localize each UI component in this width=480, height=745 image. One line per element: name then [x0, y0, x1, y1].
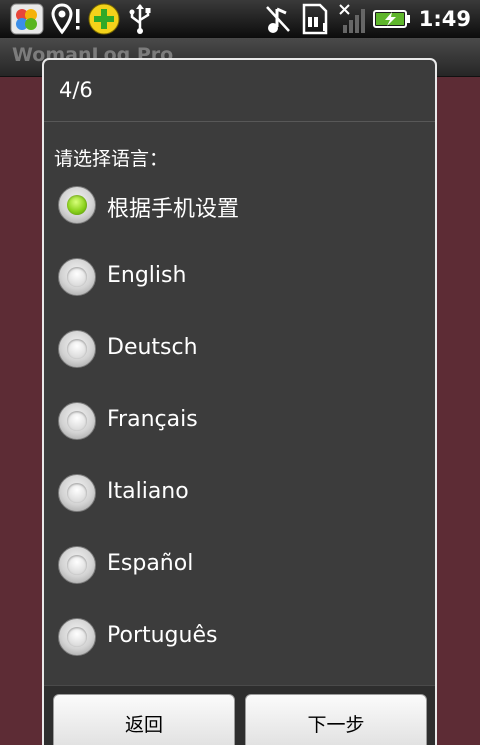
battery-charging-icon	[373, 10, 410, 28]
radio-label: Français	[107, 407, 198, 432]
language-dialog: 4/6 请选择语言： 根据手机设置 English Deutsch França…	[42, 58, 437, 745]
sd-card-icon	[302, 3, 328, 35]
radio-button[interactable]	[58, 330, 96, 368]
radio-button[interactable]	[58, 474, 96, 512]
location-alert-icon	[51, 3, 80, 35]
radio-label: Español	[107, 551, 194, 576]
radio-label: Italiano	[107, 479, 189, 504]
photo-app-icon	[10, 3, 44, 35]
radio-button[interactable]	[58, 618, 96, 656]
radio-button[interactable]	[58, 402, 96, 440]
radio-option-english[interactable]: English	[44, 243, 435, 315]
radio-label: Deutsch	[107, 335, 198, 360]
radio-option-deutsch[interactable]: Deutsch	[44, 315, 435, 387]
radio-option-italiano[interactable]: Italiano	[44, 459, 435, 531]
title-divider	[44, 121, 435, 122]
usb-icon	[129, 4, 151, 34]
radio-option-phone-settings[interactable]: 根据手机设置	[44, 171, 435, 243]
language-prompt: 请选择语言：	[54, 148, 169, 170]
back-button[interactable]: 返回	[53, 694, 235, 745]
dialog-button-bar: 返回 下一步	[44, 685, 435, 745]
music-off-icon	[266, 6, 290, 33]
next-button[interactable]: 下一步	[245, 694, 427, 745]
radio-label: 根据手机设置	[107, 197, 240, 222]
no-signal-icon	[339, 4, 365, 33]
plus-badge-icon	[88, 3, 120, 35]
radio-button-selected[interactable]	[58, 186, 96, 224]
dialog-title: 4/6	[59, 78, 93, 102]
radio-option-francais[interactable]: Français	[44, 387, 435, 459]
radio-option-espanol[interactable]: Español	[44, 531, 435, 603]
radio-option-portugues[interactable]: Português	[44, 603, 435, 675]
radio-label: English	[107, 263, 187, 288]
radio-label: Português	[107, 623, 218, 648]
status-clock: 1:49	[418, 7, 471, 31]
status-bar: 1:49	[0, 0, 480, 38]
radio-button[interactable]	[58, 546, 96, 584]
radio-button[interactable]	[58, 258, 96, 296]
